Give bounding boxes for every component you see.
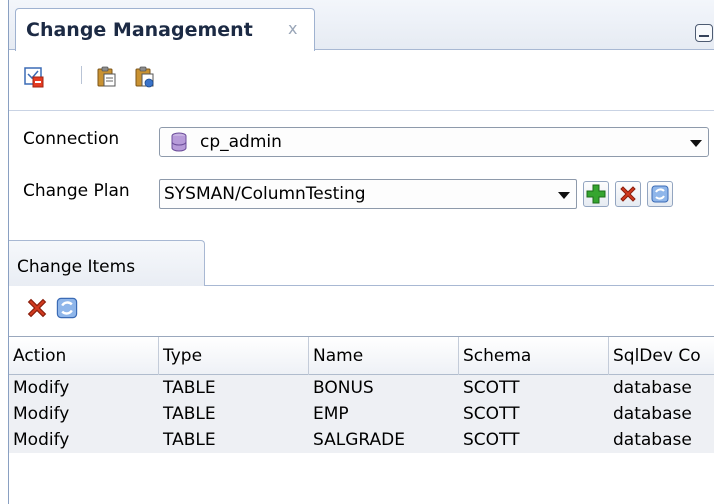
cell-sqldev: database xyxy=(613,430,692,450)
delete-change-plan-button[interactable] xyxy=(615,181,641,207)
refresh-items-icon[interactable] xyxy=(55,296,79,320)
cell-sqldev: database xyxy=(613,378,692,398)
tab-title: Change Management xyxy=(26,19,253,41)
tab-change-items[interactable]: Change Items xyxy=(9,240,205,286)
change-plan-value: SYSMAN/ColumnTesting xyxy=(164,184,366,204)
column-header-name[interactable]: Name xyxy=(309,337,459,375)
view-tab-bar: Change Management x xyxy=(9,0,714,51)
connection-form: Connection cp_admin Change Plan SYSMAN/C… xyxy=(9,110,714,234)
main-toolbar xyxy=(9,51,714,103)
cell-schema: SCOTT xyxy=(463,430,520,450)
table-row[interactable]: Modify TABLE EMP SCOTT database xyxy=(9,401,714,427)
minimize-button[interactable] xyxy=(695,24,713,42)
add-change-plan-button[interactable] xyxy=(583,181,609,207)
change-items-tab-strip: Change Items xyxy=(9,240,714,286)
paste-icon[interactable] xyxy=(95,66,117,88)
plus-icon xyxy=(586,184,606,204)
delete-x-icon xyxy=(620,186,636,202)
column-header-sqldev[interactable]: SqlDev Co xyxy=(609,337,714,375)
column-header-type[interactable]: Type xyxy=(159,337,309,375)
connection-value: cp_admin xyxy=(200,132,282,152)
database-icon xyxy=(171,132,187,152)
chevron-down-icon xyxy=(690,140,702,147)
change-plan-label: Change Plan xyxy=(23,181,130,201)
cell-type: TABLE xyxy=(163,378,216,398)
cell-name: SALGRADE xyxy=(313,430,405,450)
change-items-toolbar xyxy=(9,287,714,335)
paste-special-icon[interactable] xyxy=(133,66,155,88)
delete-item-icon[interactable] xyxy=(25,296,49,320)
cell-action: Modify xyxy=(13,378,70,398)
toolbar-separator xyxy=(81,66,82,84)
chevron-down-icon xyxy=(558,192,570,199)
cell-name: BONUS xyxy=(313,378,374,398)
cell-name: EMP xyxy=(313,404,349,424)
tab-change-management[interactable]: Change Management x xyxy=(15,8,315,51)
table-row[interactable]: Modify TABLE SALGRADE SCOTT database xyxy=(9,427,714,453)
column-header-action[interactable]: Action xyxy=(9,337,159,375)
tab-change-items-label: Change Items xyxy=(17,257,136,277)
cell-schema: SCOTT xyxy=(463,404,520,424)
column-header-schema[interactable]: Schema xyxy=(459,337,609,375)
cell-sqldev: database xyxy=(613,404,692,424)
cell-type: TABLE xyxy=(163,430,216,450)
connection-label: Connection xyxy=(23,129,120,149)
close-tab-icon[interactable]: x xyxy=(288,19,297,38)
new-change-icon[interactable] xyxy=(23,66,45,88)
change-management-panel: Change Management x Connection cp_admin … xyxy=(8,0,714,504)
table-header: Action Type Name Schema SqlDev Co xyxy=(9,337,714,375)
cell-type: TABLE xyxy=(163,404,216,424)
change-items-table: Action Type Name Schema SqlDev Co Modify… xyxy=(9,336,714,504)
cell-action: Modify xyxy=(13,430,70,450)
refresh-icon xyxy=(651,185,669,203)
refresh-change-plan-button[interactable] xyxy=(647,181,673,207)
cell-action: Modify xyxy=(13,404,70,424)
cell-schema: SCOTT xyxy=(463,378,520,398)
connection-select[interactable]: cp_admin xyxy=(159,127,709,157)
change-plan-select[interactable]: SYSMAN/ColumnTesting xyxy=(159,179,577,209)
table-row[interactable]: Modify TABLE BONUS SCOTT database xyxy=(9,375,714,401)
